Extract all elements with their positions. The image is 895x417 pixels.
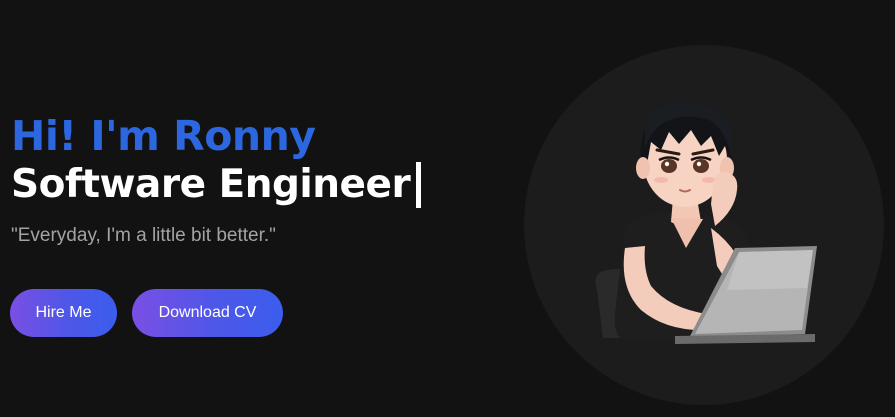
- hero-actions: Hire Me Download CV: [10, 289, 283, 337]
- greeting-heading: Hi! I'm Ronny: [11, 112, 316, 160]
- right-arm: [711, 171, 738, 226]
- role-heading: Software Engineer: [11, 160, 511, 210]
- avatar-illustration: [595, 101, 817, 344]
- role-text: Software Engineer: [11, 162, 411, 207]
- right-eye: [693, 159, 709, 173]
- download-cv-button[interactable]: Download CV: [132, 289, 283, 337]
- hero-text: Hi! I'm Ronny Software Engineer "Everyda…: [11, 112, 511, 248]
- typing-cursor: [416, 162, 422, 208]
- hire-me-button[interactable]: Hire Me: [10, 289, 117, 337]
- tagline: "Everyday, I'm a little bit better.": [11, 225, 276, 246]
- left-eye: [661, 159, 677, 173]
